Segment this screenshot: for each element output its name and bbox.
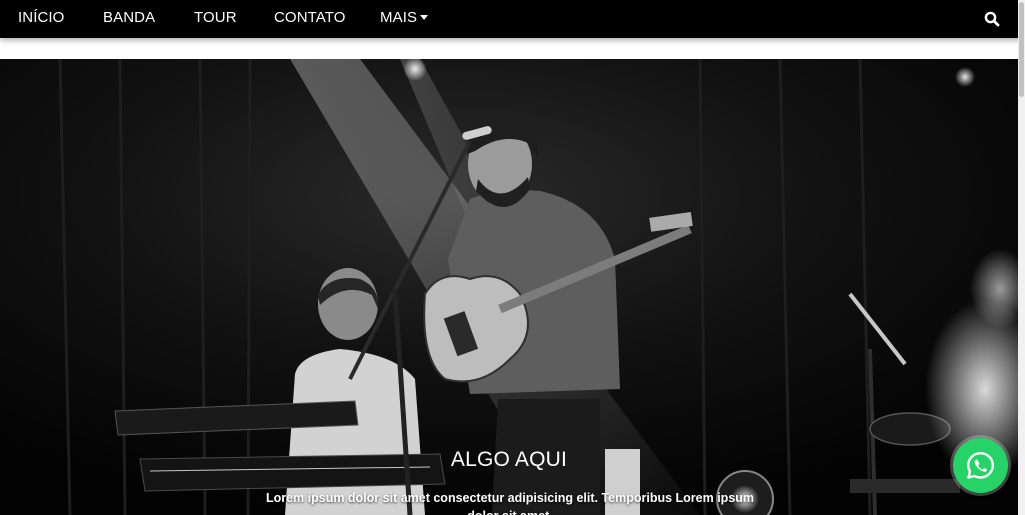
top-navbar: INÍCIO BANDA TOUR CONTATO MAIS [0, 0, 1025, 38]
nav-item-banda[interactable]: BANDA [103, 0, 155, 38]
hero-banner: ALGO AQUI Lorem ipsum dolor sit amet con… [0, 59, 1018, 515]
hero-caption-title: ALGO AQUI [450, 448, 568, 471]
scrollbar-thumb[interactable] [1019, 2, 1024, 97]
whatsapp-icon [967, 452, 994, 479]
caret-down-icon [420, 15, 429, 20]
nav-item-mais[interactable]: MAIS [380, 0, 429, 38]
nav-item-tour[interactable]: TOUR [194, 0, 237, 38]
whatsapp-button[interactable] [953, 438, 1008, 493]
nav-item-contato[interactable]: CONTATO [274, 0, 346, 38]
band-performing-on-stage-photo [0, 59, 1018, 515]
search-button[interactable] [984, 11, 1000, 27]
nav-item-mais-label: MAIS [380, 9, 418, 26]
nav-item-inicio[interactable]: INÍCIO [18, 0, 64, 38]
hero-caption-text: Lorem ipsum dolor sit amet consectetur a… [265, 491, 755, 515]
search-icon [984, 11, 1000, 27]
page-scrollbar[interactable] [1018, 0, 1025, 515]
